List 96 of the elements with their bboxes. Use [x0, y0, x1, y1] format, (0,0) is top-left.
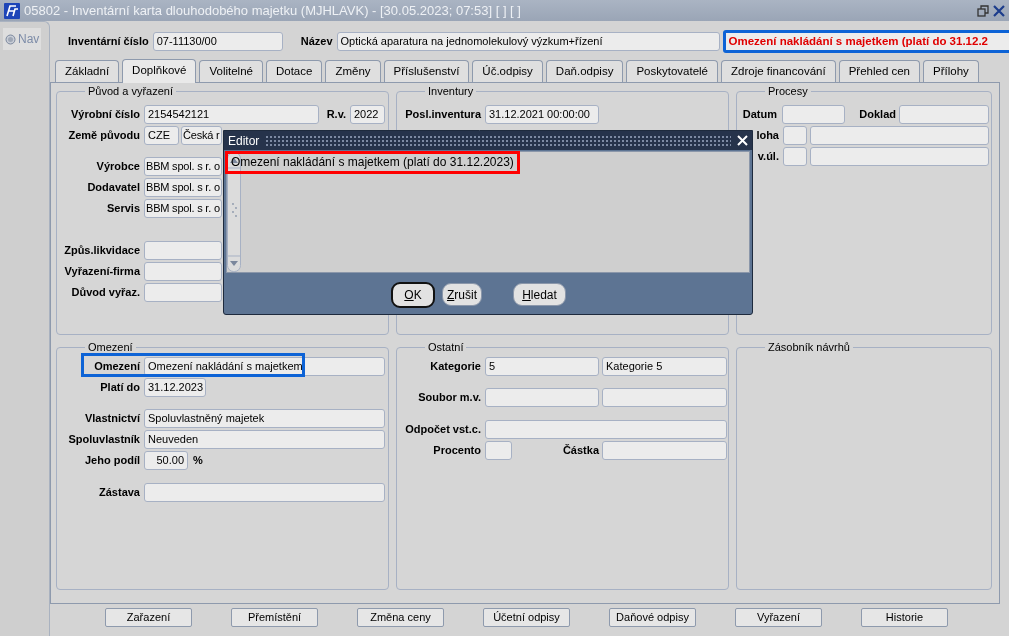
name-field[interactable]: Optická aparatura na jednomolekulový výzkum+řízení	[336, 31, 720, 51]
field-label: Vyřazení-firma	[63, 264, 140, 279]
group-title: Omezení	[85, 340, 136, 354]
input-field[interactable]: 2022	[350, 104, 385, 124]
input-field[interactable]: 5	[485, 356, 599, 376]
tab[interactable]: Přílohy	[923, 60, 979, 82]
action-button[interactable]: Přemístění	[231, 608, 318, 627]
dialog-button[interactable]: Zrušit	[442, 283, 482, 306]
input-field[interactable]: CZE	[144, 125, 179, 145]
tab[interactable]: Volitelné	[199, 60, 263, 82]
field-label: loha	[755, 128, 779, 143]
tab[interactable]: Doplňkové	[122, 59, 197, 83]
input-field[interactable]	[485, 440, 512, 460]
field-label: Servis	[105, 201, 140, 216]
input-field[interactable]	[144, 282, 222, 302]
field-label: v.úl.	[756, 149, 779, 164]
dialog-button[interactable]: Hledat	[513, 283, 566, 306]
inventory-number-field[interactable]: 07-11130/00	[152, 31, 283, 51]
group-title: Ostatní	[425, 340, 467, 354]
tab[interactable]: Základní	[55, 60, 120, 82]
tab[interactable]: Poskytovatelé	[626, 60, 718, 82]
field-label: Procento	[432, 443, 481, 458]
dialog-title: Editor	[228, 132, 260, 150]
tab[interactable]: Dotace	[265, 60, 323, 82]
field-label: R.v.	[325, 107, 346, 122]
input-field[interactable]	[602, 440, 727, 460]
field-label: Částka	[561, 443, 599, 458]
group-title: Původ a vyřazení	[85, 84, 176, 98]
field-label: Zástava	[98, 485, 140, 500]
restriction-notice: Omezení nakládání s majetkem (platí do 31.12.2	[722, 29, 1009, 53]
group-title: Procesy	[765, 84, 811, 98]
field-label: Posl.inventura	[404, 107, 481, 122]
input-field[interactable]: 2154542121	[144, 104, 319, 124]
input-field[interactable]	[144, 261, 222, 281]
action-button[interactable]: Vyřazení	[735, 608, 822, 627]
field-label: Výrobce	[95, 159, 140, 174]
field-label: Způs.likvidace	[63, 243, 140, 258]
input-field[interactable]: BBM spol. s r. o	[144, 156, 222, 176]
input-field[interactable]	[602, 387, 727, 407]
unit-label: %	[193, 452, 204, 468]
input-field[interactable]	[783, 146, 807, 166]
action-button[interactable]: Zařazení	[105, 608, 192, 627]
field-label: Název	[300, 34, 333, 49]
field-label: Platí do	[99, 380, 140, 395]
input-field[interactable]	[144, 240, 222, 260]
input-field[interactable]	[810, 125, 989, 145]
group-title: Zásobník návrhů	[765, 340, 853, 354]
field-label: Datum	[741, 107, 777, 122]
input-field[interactable]: Omezení nakládání s majetkem	[144, 356, 385, 376]
input-field[interactable]	[485, 419, 727, 439]
window-title: 05802 - Inventární karta dlouhodobého majetku (MJHLAVK) - [30.05.2023; 07:53] [ ] [ ]	[24, 1, 521, 20]
field-label: Jeho podíl	[84, 453, 140, 468]
field-label: Omezení	[93, 359, 140, 374]
input-field[interactable]: BBM spol. s r. o	[144, 198, 222, 218]
tab[interactable]: Příslušenství	[383, 60, 470, 82]
field-label: Dodavatel	[86, 180, 140, 195]
text-area[interactable]: Omezení nakládání s majetkem (platí do 31.12.2023)	[226, 151, 750, 273]
restore-icon[interactable]	[977, 4, 989, 17]
action-button[interactable]: Daňové odpisy	[609, 608, 696, 627]
tab[interactable]: Daň.odpisy	[545, 60, 624, 82]
dialog-button[interactable]: OK	[391, 282, 435, 308]
tab[interactable]: Úč.odpisy	[472, 60, 543, 82]
action-button[interactable]: Historie	[861, 608, 948, 627]
input-field[interactable]	[810, 146, 989, 166]
input-field[interactable]	[782, 104, 845, 124]
input-field[interactable]	[783, 125, 807, 145]
action-button[interactable]: Účetní odpisy	[483, 608, 570, 627]
input-field[interactable]	[485, 387, 599, 407]
field-label: Odpočet vst.c.	[404, 422, 481, 437]
field-label: Soubor m.v.	[417, 390, 481, 405]
tab[interactable]: Přehled cen	[838, 60, 920, 82]
input-field[interactable]	[144, 482, 385, 502]
radio-icon	[5, 33, 16, 45]
field-label: Výrobní číslo	[69, 107, 140, 122]
field-label: Vlastnictví	[83, 411, 140, 426]
field-label: Kategorie	[429, 359, 481, 374]
editor-text: Omezení nakládání s majetkem (platí do 31.12.2023)	[225, 151, 520, 174]
input-field[interactable]	[899, 104, 989, 124]
tab[interactable]: Změny	[325, 60, 381, 82]
input-field[interactable]: Česká r	[181, 125, 222, 145]
tab[interactable]: Zdroje financování	[721, 60, 836, 82]
input-field[interactable]: Neuveden	[144, 429, 385, 449]
field-label: Inventární číslo	[68, 34, 149, 49]
input-field[interactable]: 31.12.2023	[144, 377, 206, 397]
input-field[interactable]: Spoluvlastněný majetek	[144, 408, 385, 428]
input-field[interactable]: 50.00	[144, 450, 188, 470]
group-title: Inventury	[425, 84, 477, 98]
input-field[interactable]: BBM spol. s r. o	[144, 177, 222, 197]
field-label: Důvod vyřaz.	[70, 285, 140, 300]
field-label: Země původu	[67, 128, 140, 143]
input-field[interactable]: Kategorie 5	[602, 356, 727, 376]
app-icon	[4, 2, 20, 19]
field-label: Doklad	[858, 107, 896, 122]
action-button[interactable]: Změna ceny	[357, 608, 444, 627]
field-label: Spoluvlastník	[67, 432, 140, 447]
input-field[interactable]: 31.12.2021 00:00:00	[485, 104, 599, 124]
